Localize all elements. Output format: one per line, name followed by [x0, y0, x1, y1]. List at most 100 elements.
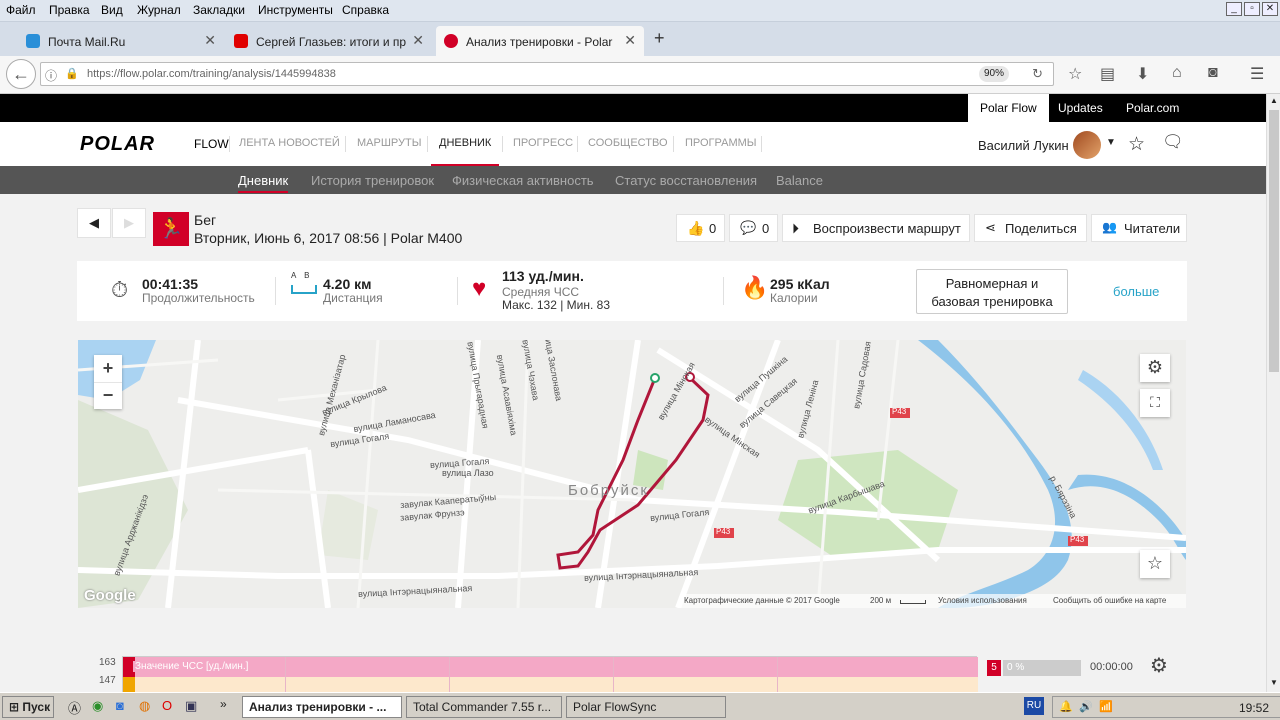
tab-mail[interactable]: Почта Mail.Ru ✕: [18, 26, 224, 56]
minimize-icon[interactable]: _: [1226, 2, 1242, 16]
hr-minmax: Макс. 132 | Мин. 83: [502, 298, 611, 312]
subnav-training-history[interactable]: История тренировок: [311, 173, 434, 188]
menu-file[interactable]: Файл: [6, 3, 36, 17]
comment-button[interactable]: 💬 0: [729, 214, 778, 242]
training-benefit-button[interactable]: Равномерная и базовая тренировка: [916, 269, 1068, 314]
avatar[interactable]: [1073, 131, 1101, 159]
prev-training-button[interactable]: ◀: [77, 208, 111, 238]
url-bar[interactable]: ⓘ 🔒 https://flow.polar.com/training/anal…: [40, 62, 1054, 86]
like-button[interactable]: 👍 0: [676, 214, 725, 242]
link-polar-com[interactable]: Polar.com: [1126, 101, 1179, 115]
nav-programs[interactable]: ПРОГРАММЫ: [685, 137, 757, 149]
hr-plot-area[interactable]: Значение ЧСС [уд./мин.]: [122, 656, 978, 692]
close-icon[interactable]: ✕: [412, 32, 424, 49]
quicklaunch-opera-icon[interactable]: O: [162, 698, 172, 713]
quicklaunch-more-icon[interactable]: »: [220, 697, 227, 711]
menu-edit[interactable]: Правка: [49, 3, 90, 17]
zoom-out-button[interactable]: −: [94, 382, 122, 409]
taskbar-label: Анализ тренировки - ...: [249, 700, 387, 714]
map-report-link[interactable]: Сообщить об ошибке на карте: [1053, 596, 1166, 605]
nav-progress[interactable]: ПРОГРЕСС: [513, 137, 573, 149]
restore-icon[interactable]: ▫: [1244, 2, 1260, 16]
favorites-star-icon[interactable]: ☆: [1128, 133, 1145, 156]
next-training-button[interactable]: ▶: [112, 208, 146, 238]
replay-route-button[interactable]: ⏵ Воспроизвести маршрут: [782, 214, 970, 242]
map-terms-link[interactable]: Условия использования: [938, 596, 1027, 605]
menu-tools[interactable]: Инструменты: [258, 3, 333, 17]
new-tab-icon[interactable]: +: [654, 28, 665, 49]
more-link[interactable]: больше: [1113, 284, 1159, 299]
close-icon[interactable]: ✕: [1262, 2, 1278, 16]
menu-help[interactable]: Справка: [342, 3, 389, 17]
tray-icon[interactable]: 🔔: [1059, 700, 1073, 713]
tray-icon[interactable]: 🔊: [1079, 700, 1093, 713]
info-icon[interactable]: ⓘ: [45, 67, 57, 84]
clock: 19:52: [1239, 701, 1270, 715]
link-updates[interactable]: Updates: [1058, 101, 1103, 115]
scroll-thumb[interactable]: [1269, 110, 1279, 372]
tray-icon[interactable]: 📶: [1099, 700, 1113, 713]
y-tick: 147: [99, 675, 116, 686]
pocket-icon[interactable]: ◙: [1208, 64, 1218, 82]
reload-icon[interactable]: ↻: [1032, 66, 1043, 82]
menu-icon[interactable]: ☰: [1250, 64, 1264, 84]
quicklaunch-avast-icon[interactable]: Ⓐ: [68, 698, 81, 717]
close-icon[interactable]: ✕: [624, 32, 636, 49]
download-icon[interactable]: ⬇: [1136, 64, 1149, 84]
subnav-activity[interactable]: Физическая активность: [452, 173, 594, 188]
tab-polar[interactable]: Анализ тренировки - Polar F... ✕: [436, 26, 644, 56]
window-controls: _ ▫ ✕: [1226, 2, 1278, 16]
nav-feed[interactable]: ЛЕНТА НОВОСТЕЙ: [239, 137, 340, 149]
calories-value: 295 кКал: [770, 276, 830, 292]
taskbar-totalcmd[interactable]: Total Commander 7.55 r...: [406, 696, 562, 718]
subnav-diary[interactable]: Дневник: [238, 173, 289, 193]
zoom-in-button[interactable]: +: [94, 355, 122, 382]
fullscreen-icon[interactable]: ⛶: [1140, 389, 1170, 417]
nav-community[interactable]: СООБЩЕСТВО: [588, 137, 668, 149]
messages-icon[interactable]: 🗨: [1162, 132, 1184, 152]
map-settings-gear-icon[interactable]: ⚙: [1140, 354, 1170, 382]
share-button[interactable]: ⋖ Поделиться: [974, 214, 1087, 242]
start-button[interactable]: ⊞ Пуск: [2, 696, 54, 718]
taskbar-flowsync[interactable]: Polar FlowSync: [566, 696, 726, 718]
quicklaunch-ie-icon[interactable]: ◙: [116, 698, 124, 713]
quicklaunch-firefox-icon[interactable]: ◍: [139, 698, 150, 714]
tab-title: Сергей Глазьев: итоги и пр...: [256, 35, 406, 49]
polar-logo[interactable]: POLAR: [80, 133, 155, 156]
quicklaunch-save-icon[interactable]: ▣: [185, 698, 197, 714]
chevron-down-icon[interactable]: ▼: [1106, 137, 1116, 148]
link-polar-flow[interactable]: Polar Flow: [968, 94, 1049, 122]
replay-label: Воспроизвести маршрут: [813, 221, 961, 236]
divider: [229, 136, 230, 152]
readers-button[interactable]: 👥 Читатели: [1091, 214, 1187, 242]
scroll-up-icon[interactable]: ▲: [1270, 96, 1278, 105]
zone-4-band: [123, 677, 978, 692]
tab-youtube[interactable]: Сергей Глазьев: итоги и пр... ✕: [226, 26, 432, 56]
back-button[interactable]: ←: [6, 59, 36, 89]
reading-list-icon[interactable]: ▤: [1100, 64, 1115, 84]
thumbs-up-icon: 👍: [687, 220, 705, 236]
chart-settings-gear-icon[interactable]: ⚙: [1150, 653, 1168, 678]
subnav-recovery[interactable]: Статус восстановления: [615, 173, 757, 188]
home-icon[interactable]: ⌂: [1172, 64, 1182, 82]
hr-series-label: Значение ЧСС [уд./мин.]: [133, 661, 251, 672]
subnav-balance[interactable]: Balance: [776, 173, 823, 188]
map-canvas: [78, 340, 1186, 608]
menu-view[interactable]: Вид: [101, 3, 123, 17]
nav-diary[interactable]: ДНЕВНИК: [430, 137, 500, 167]
menu-bookmarks[interactable]: Закладки: [193, 3, 245, 17]
language-indicator[interactable]: RU: [1024, 697, 1044, 715]
vertical-scrollbar[interactable]: ▲ ▼: [1266, 94, 1280, 692]
url-text[interactable]: https://flow.polar.com/training/analysis…: [87, 68, 336, 80]
menu-history[interactable]: Журнал: [137, 3, 181, 17]
zoom-level[interactable]: 90%: [979, 66, 1009, 82]
nav-routes[interactable]: МАРШРУТЫ: [357, 137, 421, 149]
close-icon[interactable]: ✕: [204, 32, 216, 49]
quicklaunch-chrome-icon[interactable]: ◉: [92, 698, 103, 714]
taskbar-firefox[interactable]: Анализ тренировки - ...: [242, 696, 402, 718]
scroll-down-icon[interactable]: ▼: [1270, 678, 1278, 687]
bookmark-star-icon[interactable]: ☆: [1068, 64, 1082, 84]
route-map[interactable]: P43 P43 P43 Бобруйск вулица Крылова вули…: [78, 340, 1186, 608]
user-name[interactable]: Василий Лукин: [978, 138, 1069, 153]
map-star-icon[interactable]: ☆: [1140, 550, 1170, 578]
